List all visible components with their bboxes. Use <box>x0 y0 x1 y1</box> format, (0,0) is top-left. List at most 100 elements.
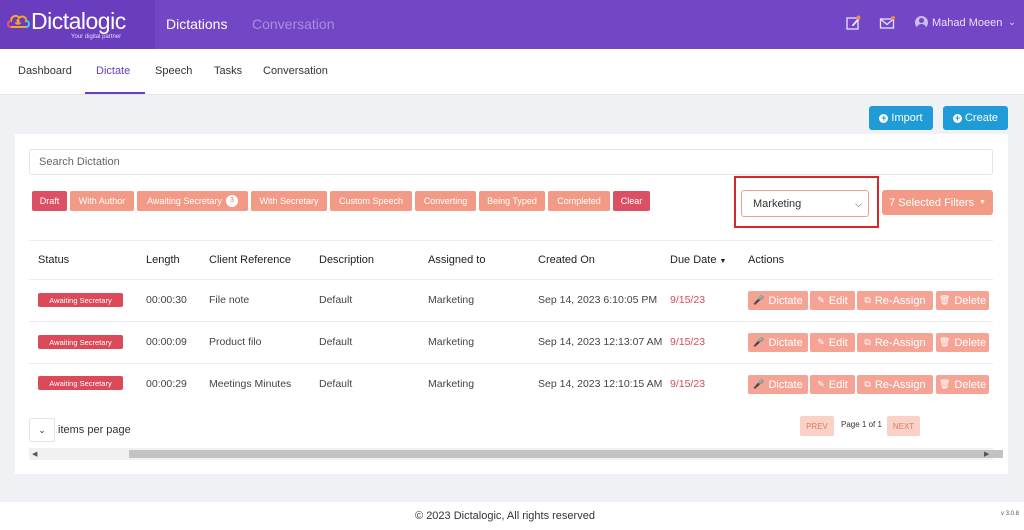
table-divider <box>29 363 993 364</box>
top-nav-conversation[interactable]: Conversation <box>252 16 335 32</box>
search-input[interactable] <box>29 149 993 175</box>
table-divider <box>29 321 993 322</box>
items-per-page-label: items per page <box>58 424 131 436</box>
delete-label: Delete <box>954 336 987 349</box>
chip-draft[interactable]: Draft <box>32 191 67 211</box>
trash-icon: 🗑 <box>938 379 951 389</box>
chevron-down-icon: ⌄ <box>38 425 46 435</box>
plus-circle-icon: + <box>952 112 962 123</box>
reassign-icon: ⧉ <box>864 379 871 389</box>
chip-converting[interactable]: Converting <box>415 191 476 211</box>
department-select[interactable]: Marketing ⌵ <box>741 190 869 217</box>
chip-custom-speech[interactable]: Custom Speech <box>330 191 412 211</box>
user-avatar-icon <box>915 16 928 29</box>
user-menu[interactable]: Mahad Moeen ⌄ <box>915 16 1016 29</box>
prev-page-button[interactable]: PREV <box>800 416 834 436</box>
filters-dropdown-button[interactable]: 7 Selected Filters ▼ <box>882 190 993 215</box>
status-badge: Awaiting Secretary <box>38 376 123 390</box>
th-description[interactable]: Description <box>319 254 374 266</box>
tab-speech[interactable]: Speech <box>155 65 192 77</box>
cell-description: Default <box>319 294 353 306</box>
cell-due-date: 9/15/23 <box>670 294 706 306</box>
edit-button[interactable]: ✎ Edit <box>810 333 855 352</box>
cell-assigned-to: Marketing <box>428 378 475 390</box>
table-divider <box>29 279 993 280</box>
cell-length: 00:00:09 <box>146 336 187 348</box>
logo[interactable]: Dictalogic Your digital partner <box>0 0 155 49</box>
chip-being-typed[interactable]: Being Typed <box>479 191 545 211</box>
th-due-date[interactable]: Due Date ▼ <box>670 254 726 266</box>
create-button[interactable]: + Create <box>943 106 1008 130</box>
scroll-right-icon[interactable]: ▶ <box>984 450 989 458</box>
cell-client-reference: Product filo <box>209 336 262 348</box>
th-length[interactable]: Length <box>146 254 180 266</box>
chip-label: With Author <box>78 196 126 206</box>
import-button[interactable]: + Import <box>869 106 933 130</box>
cell-client-reference: Meetings Minutes <box>209 378 292 390</box>
tab-tasks[interactable]: Tasks <box>214 65 242 77</box>
next-page-button[interactable]: NEXT <box>887 416 920 436</box>
compose-icon[interactable] <box>845 15 861 31</box>
sub-nav: Dashboard Dictate Speech Tasks Conversat… <box>0 49 1024 95</box>
active-tab-indicator <box>85 92 145 94</box>
items-per-page-select[interactable]: ⌄ <box>29 418 55 442</box>
dictate-button[interactable]: 🎤 Dictate <box>748 375 808 394</box>
edit-icon: ✎ <box>817 379 825 389</box>
th-assigned-to[interactable]: Assigned to <box>428 254 485 266</box>
logo-text: Dictalogic <box>31 8 126 34</box>
trash-icon: 🗑 <box>938 295 951 305</box>
footer-copyright: © 2023 Dictalogic, All rights reserved <box>415 510 595 522</box>
cell-created-on: Sep 14, 2023 12:13:07 AM <box>538 336 663 348</box>
chip-clear[interactable]: Clear <box>613 191 650 211</box>
edit-button[interactable]: ✎ Edit <box>810 375 855 394</box>
cell-assigned-to: Marketing <box>428 336 475 348</box>
top-bar: Dictalogic Your digital partner Dictatio… <box>0 0 1024 49</box>
tab-conversation[interactable]: Conversation <box>263 65 328 77</box>
edit-label: Edit <box>828 294 848 307</box>
chip-with-secretary[interactable]: With Secretary <box>251 191 327 211</box>
th-status[interactable]: Status <box>38 254 69 266</box>
th-created-on[interactable]: Created On <box>538 254 595 266</box>
dictate-label: Dictate <box>768 378 803 391</box>
chip-completed[interactable]: Completed <box>548 191 610 211</box>
chip-label: Draft <box>39 196 60 206</box>
mic-slash-icon: 🎤 <box>753 337 765 347</box>
chip-count-badge: 3 <box>225 195 238 207</box>
reassign-button[interactable]: ⧉ Re-Assign <box>857 375 933 394</box>
horizontal-scrollbar[interactable]: ◀ ▶ <box>29 448 1003 460</box>
tab-dictate[interactable]: Dictate <box>96 65 130 77</box>
dictate-button[interactable]: 🎤 Dictate <box>748 333 808 352</box>
department-select-value: Marketing <box>753 197 802 210</box>
scroll-left-icon[interactable]: ◀ <box>32 450 37 458</box>
dictate-button[interactable]: 🎤 Dictate <box>748 291 808 310</box>
delete-button[interactable]: 🗑 Delete <box>936 333 989 352</box>
scrollbar-thumb[interactable] <box>129 450 1003 458</box>
th-client-reference[interactable]: Client Reference <box>209 254 291 266</box>
reassign-button[interactable]: ⧉ Re-Assign <box>857 333 933 352</box>
chip-label: Clear <box>620 196 643 206</box>
top-nav-dictations[interactable]: Dictations <box>166 16 227 32</box>
logo-tagline: Your digital partner <box>71 34 122 40</box>
mic-slash-icon: 🎤 <box>753 379 765 389</box>
delete-button[interactable]: 🗑 Delete <box>936 375 989 394</box>
trash-icon: 🗑 <box>938 337 951 347</box>
th-actions: Actions <box>748 254 785 266</box>
mail-icon[interactable] <box>879 15 895 31</box>
reassign-label: Re-Assign <box>874 336 926 349</box>
chip-label: Being Typed <box>487 196 537 206</box>
delete-label: Delete <box>954 378 987 391</box>
chip-label: Completed <box>557 196 601 206</box>
chip-with-author[interactable]: With Author <box>70 191 134 211</box>
chip-label: Converting <box>423 196 468 206</box>
chip-awaiting-secretary[interactable]: Awaiting Secretary 3 <box>137 191 248 211</box>
tab-dashboard[interactable]: Dashboard <box>18 65 72 77</box>
reassign-button[interactable]: ⧉ Re-Assign <box>857 291 933 310</box>
reassign-icon: ⧉ <box>864 295 871 305</box>
edit-button[interactable]: ✎ Edit <box>810 291 855 310</box>
version-label: v 3.0.8 <box>1001 511 1020 517</box>
delete-button[interactable]: 🗑 Delete <box>936 291 989 310</box>
create-label: Create <box>964 112 999 124</box>
plus-circle-icon: + <box>879 112 889 123</box>
status-badge: Awaiting Secretary <box>38 335 123 349</box>
mic-slash-icon: 🎤 <box>753 295 765 305</box>
